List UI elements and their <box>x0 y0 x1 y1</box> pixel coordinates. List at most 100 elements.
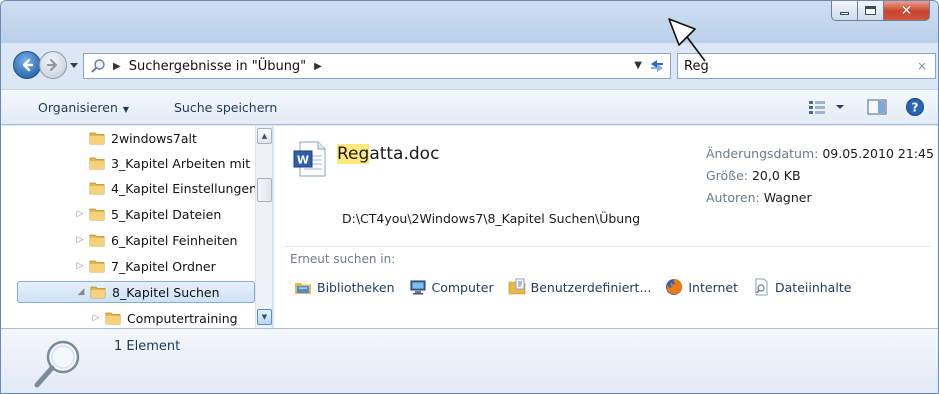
minimize-icon <box>840 12 849 15</box>
help-icon: ? <box>906 98 924 116</box>
file-name[interactable]: Regatta.doc <box>337 144 439 164</box>
folder-icon <box>105 312 121 325</box>
folder-icon <box>89 182 105 195</box>
scroll-down-button[interactable]: ▼ <box>257 309 272 325</box>
search-icon <box>87 55 109 77</box>
tree-item[interactable]: ▷ 5_Kapitel Dateien <box>1 203 256 225</box>
help-button[interactable]: ? <box>904 96 926 118</box>
view-options-icon <box>809 101 844 114</box>
folder-icon <box>89 208 105 221</box>
tree-item[interactable]: 3_Kapitel Arbeiten mit <box>1 152 256 174</box>
modified-value: 09.05.2010 21:45 <box>822 146 934 161</box>
save-search-button[interactable]: Suche speichern <box>174 100 277 115</box>
refresh-icon[interactable] <box>648 57 666 75</box>
navigation-pane: 2windows7alt 3_Kapitel Arbeiten mit 4_Ka… <box>1 126 273 328</box>
preview-pane-icon <box>867 99 887 115</box>
chevron-down-icon[interactable]: ▼ <box>634 60 642 71</box>
location-label: Bibliotheken <box>317 279 395 295</box>
tree-expander[interactable]: ▷ <box>75 235 85 245</box>
caption-buttons: ✕ <box>831 1 930 21</box>
location-computer[interactable]: Computer <box>409 278 494 296</box>
location-file-contents[interactable]: Dateiinhalte <box>752 278 851 296</box>
tree-item[interactable]: ▷ 7_Kapitel Ordner <box>1 255 256 277</box>
tree-expander[interactable]: ▷ <box>91 313 101 323</box>
explorer-window: ✕ ▶ Suchergebnisse in "Übung" ▶ ▼ Reg × <box>0 0 939 394</box>
close-icon: ✕ <box>900 2 913 19</box>
svg-text:?: ? <box>912 101 919 115</box>
tree-expander[interactable]: ◢ <box>76 287 86 297</box>
location-label: Benutzerdefiniert... <box>530 279 652 295</box>
tree-item[interactable]: 4_Kapitel Einstellungen <box>1 177 256 199</box>
recent-pages-dropdown[interactable] <box>69 60 79 70</box>
search-icon <box>34 340 80 388</box>
toolbar-right-group: ? <box>806 96 926 118</box>
libraries-icon <box>295 283 311 294</box>
tree-item-label: 7_Kapitel Ordner <box>111 258 216 274</box>
arrow-right-icon <box>46 58 58 72</box>
folder-icon <box>90 286 106 299</box>
item-count: 1 Element <box>114 339 181 354</box>
svg-text:W: W <box>297 154 309 167</box>
save-search-label: Suche speichern <box>174 100 278 115</box>
back-button[interactable] <box>13 51 41 79</box>
firefox-icon <box>666 279 683 295</box>
maximize-icon <box>865 6 876 15</box>
tree-item[interactable]: ▷ Computertraining <box>1 307 256 328</box>
scroll-thumb[interactable] <box>257 178 272 202</box>
folder-icon <box>89 157 105 170</box>
search-results-pane: W Regatta.doc D:\CT4you\2Windows7\8_Kapi… <box>274 126 938 328</box>
computer-icon <box>410 280 425 295</box>
navigation-row: ▶ Suchergebnisse in "Übung" ▶ ▼ Reg × <box>1 45 938 85</box>
tree-item-selected[interactable]: ◢ 8_Kapitel Suchen <box>17 281 255 303</box>
tree-expander[interactable]: ▷ <box>75 261 85 271</box>
custom-folder-icon <box>508 278 525 295</box>
search-box[interactable]: Reg × <box>677 53 936 79</box>
authors-value: Wagner <box>763 190 812 205</box>
tree-item[interactable]: ▷ 6_Kapitel Feinheiten <box>1 229 256 251</box>
tree-item-label: 4_Kapitel Einstellungen <box>111 180 256 196</box>
title-bar[interactable]: ✕ <box>1 1 938 43</box>
command-bar: Organisieren ▼ Suche speichern ? <box>1 89 938 125</box>
location-internet[interactable]: Internet <box>665 278 738 296</box>
view-options-button[interactable] <box>806 96 850 118</box>
breadcrumb-separator[interactable]: ▶ <box>113 61 121 72</box>
details-pane: 1 Element <box>1 328 938 393</box>
tree-item-label: 3_Kapitel Arbeiten mit <box>111 155 251 171</box>
maximize-button[interactable] <box>858 1 884 21</box>
organize-button[interactable]: Organisieren ▼ <box>38 100 129 115</box>
search-again-label: Erneut suchen in: <box>290 252 396 266</box>
location-libraries[interactable]: Bibliotheken <box>294 278 395 296</box>
clear-search-icon[interactable]: × <box>917 59 927 73</box>
tree-item-label: 6_Kapitel Feinheiten <box>111 232 238 248</box>
tree-expander[interactable]: ▷ <box>75 209 85 219</box>
tree-item-label: 2windows7alt <box>111 130 197 146</box>
breadcrumb-search-results[interactable]: Suchergebnisse in "Übung" <box>129 59 306 74</box>
forward-button[interactable] <box>39 51 67 79</box>
mouse-cursor-icon <box>668 18 706 62</box>
tree-item[interactable]: 2windows7alt <box>1 127 256 149</box>
location-label: Internet <box>688 279 739 295</box>
location-custom[interactable]: Benutzerdefiniert... <box>508 278 652 296</box>
arrow-left-icon <box>22 58 34 72</box>
size-label: Größe: <box>706 168 748 183</box>
size-value: 20,0 KB <box>751 168 801 183</box>
minimize-button[interactable] <box>831 1 858 21</box>
file-name-rest: atta.doc <box>369 144 440 164</box>
scroll-up-button[interactable]: ▲ <box>257 128 272 144</box>
preview-pane-button[interactable] <box>866 96 888 118</box>
result-item[interactable]: W Regatta.doc D:\CT4you\2Windows7\8_Kapi… <box>274 126 938 242</box>
close-button[interactable]: ✕ <box>884 1 930 21</box>
search-match-highlight: Reg <box>337 144 370 164</box>
folder-icon <box>89 260 105 273</box>
location-label: Dateiinhalte <box>775 279 852 295</box>
folder-icon <box>89 132 105 145</box>
navigation-scrollbar[interactable]: ▲ ▼ <box>255 126 272 328</box>
breadcrumb-separator[interactable]: ▶ <box>314 61 322 72</box>
tree-item-label: 8_Kapitel Suchen <box>112 284 220 300</box>
search-again-locations: Bibliotheken Computer Benutzerdefiniert.… <box>294 278 851 296</box>
address-bar[interactable]: ▶ Suchergebnisse in "Übung" ▶ ▼ <box>83 53 671 79</box>
tree-item-label: Computertraining <box>127 310 238 326</box>
divider <box>284 246 930 247</box>
modified-label: Änderungsdatum: <box>706 146 819 161</box>
folder-icon <box>89 234 105 247</box>
